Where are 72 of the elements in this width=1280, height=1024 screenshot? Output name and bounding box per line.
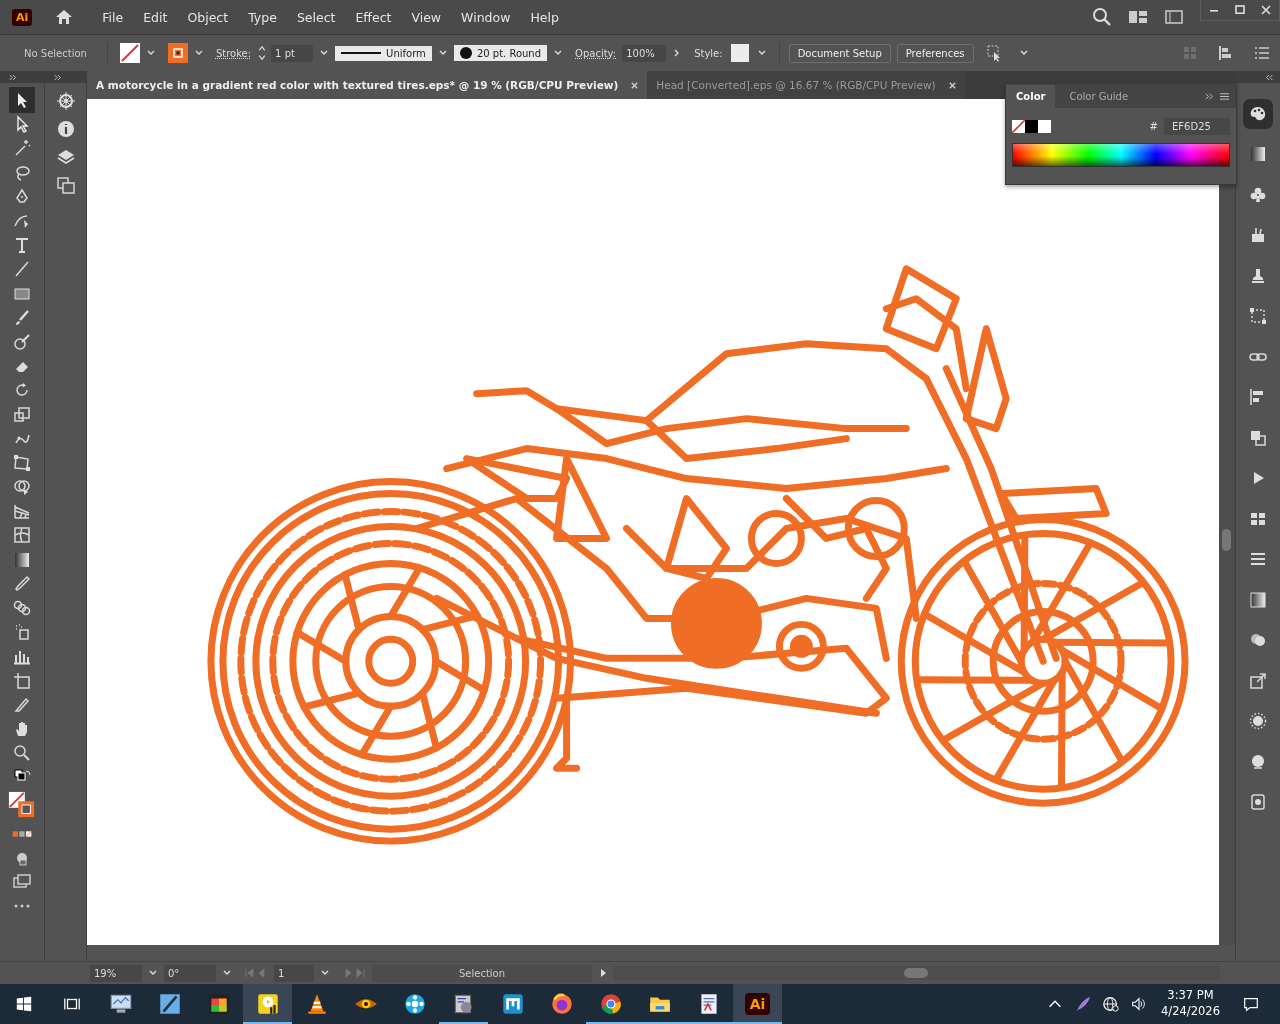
menu-icon[interactable] bbox=[1219, 91, 1230, 101]
shaper-icon[interactable] bbox=[12, 331, 32, 352]
brush-dropdown[interactable]: 20 pt. Round bbox=[453, 45, 548, 61]
clock-date: 4/24/2026 bbox=[1161, 1004, 1220, 1020]
menu-item[interactable]: Window bbox=[461, 9, 511, 25]
globe-icon[interactable] bbox=[1102, 995, 1121, 1013]
document-tab[interactable]: Head [Converted].eps @ 16.67 % (RGB/CPU Preview) bbox=[647, 71, 965, 99]
clock-time: 3:37 PM bbox=[1167, 988, 1214, 1004]
rotation-field[interactable]: 0° bbox=[164, 964, 216, 982]
stroke-profile-dropdown[interactable]: Uniform bbox=[335, 45, 432, 61]
double-chevron-icon[interactable] bbox=[1264, 73, 1274, 81]
gradient-square-icon[interactable] bbox=[1248, 589, 1268, 610]
opacity-label[interactable]: Opacity: bbox=[575, 47, 617, 59]
menu-item[interactable]: View bbox=[411, 9, 442, 25]
hex-label: # bbox=[1149, 121, 1158, 132]
layers-icon[interactable] bbox=[55, 147, 76, 167]
app-logo: Ai bbox=[744, 993, 771, 1015]
hex-field[interactable]: EF6D25 bbox=[1164, 118, 1230, 135]
gradient-icon[interactable] bbox=[1248, 144, 1268, 164]
stroke-swatch[interactable] bbox=[167, 43, 188, 63]
zoom-field[interactable]: 19% bbox=[90, 964, 142, 982]
toolbar-button[interactable]: Document Setup bbox=[788, 43, 891, 63]
stroke-weight-field[interactable]: 1 pt bbox=[271, 44, 314, 62]
color-spectrum[interactable] bbox=[1012, 143, 1230, 167]
panel-layout-icon[interactable] bbox=[1164, 7, 1184, 27]
menu-item[interactable]: File bbox=[102, 9, 124, 25]
panel-tab[interactable]: Color Guide bbox=[1059, 84, 1139, 108]
menu-item[interactable]: Type bbox=[248, 9, 277, 25]
scale-icon[interactable] bbox=[12, 404, 32, 425]
document-tab[interactable]: A motorcycle in a gradient red color with textured tires.eps* @ 19 % (RGB/CPU Preview) bbox=[87, 71, 648, 99]
artboards-icon[interactable] bbox=[55, 175, 76, 195]
scrollbar-thumb[interactable] bbox=[1222, 529, 1231, 551]
selection-status: No Selection bbox=[24, 47, 87, 59]
notification-icon[interactable] bbox=[1242, 995, 1260, 1013]
stroke-label[interactable]: Stroke: bbox=[215, 47, 252, 59]
fill-none-swatch[interactable] bbox=[119, 43, 140, 63]
sun-icon[interactable] bbox=[1248, 711, 1268, 731]
search-icon[interactable] bbox=[1092, 7, 1112, 27]
toolbar-button[interactable]: Preferences bbox=[896, 43, 974, 63]
fill-stroke-swatches[interactable] bbox=[8, 791, 36, 820]
panel-tab[interactable]: Color bbox=[1006, 84, 1056, 108]
selection-icon[interactable] bbox=[12, 90, 32, 110]
menu-item[interactable]: Effect bbox=[355, 9, 392, 25]
eyedropper-icon[interactable] bbox=[12, 573, 32, 594]
default-swatches[interactable] bbox=[1012, 120, 1051, 133]
current-tool-label: Selection bbox=[372, 964, 592, 982]
close-icon[interactable] bbox=[630, 80, 640, 90]
spinner-icon[interactable] bbox=[257, 44, 268, 62]
transform-icon[interactable] bbox=[1248, 306, 1268, 326]
style-swatch[interactable] bbox=[730, 44, 749, 62]
menu-item[interactable]: Object bbox=[187, 9, 229, 25]
properties-icon[interactable] bbox=[55, 91, 76, 111]
artboard-icon[interactable] bbox=[12, 670, 32, 691]
double-chevron-icon[interactable] bbox=[53, 73, 63, 81]
artboard-field[interactable]: 1 bbox=[274, 964, 314, 982]
menu-item[interactable]: Help bbox=[530, 9, 559, 25]
double-chevron-icon[interactable] bbox=[1204, 91, 1215, 101]
shape-builder-icon[interactable] bbox=[12, 477, 32, 497]
menu-item[interactable]: Edit bbox=[143, 9, 168, 25]
taskbar-button[interactable] bbox=[243, 984, 292, 1024]
menu-item[interactable]: Select bbox=[296, 9, 336, 25]
taskbar-button[interactable]: Ai bbox=[733, 984, 782, 1024]
app-logo[interactable]: Ai bbox=[12, 8, 33, 26]
play-icon[interactable] bbox=[598, 968, 608, 978]
mesh-icon[interactable] bbox=[12, 525, 32, 546]
style-label: Style: bbox=[694, 47, 723, 59]
close-icon[interactable] bbox=[947, 80, 957, 90]
double-chevron-icon[interactable] bbox=[8, 73, 18, 81]
opacity-field[interactable]: 100% bbox=[622, 44, 667, 62]
free-transform-icon[interactable] bbox=[12, 452, 32, 473]
export-icon[interactable] bbox=[1248, 670, 1268, 691]
horizontal-scrollbar[interactable] bbox=[614, 966, 1220, 980]
